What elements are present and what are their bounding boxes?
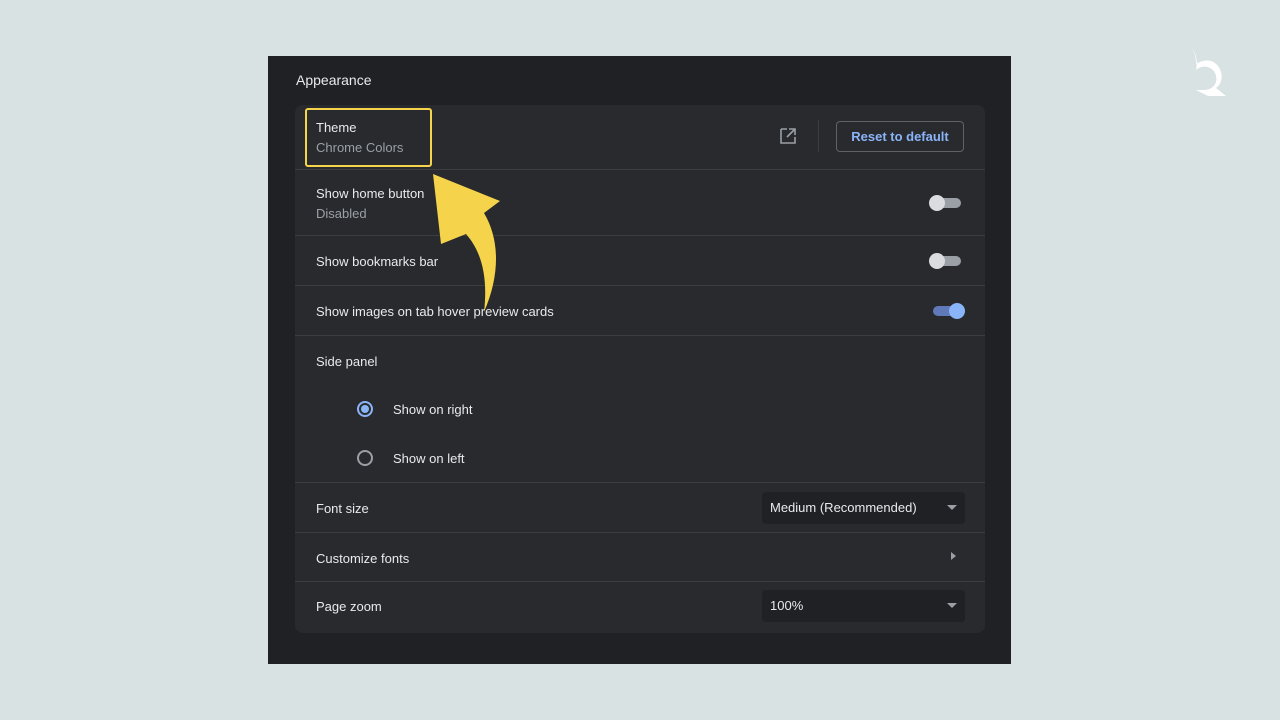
bookmarks-bar-toggle[interactable]	[929, 253, 965, 269]
side-panel-row: Side panel Show on right Show on left	[295, 336, 985, 483]
bookmarks-bar-row[interactable]: Show bookmarks bar	[295, 236, 985, 286]
home-button-toggle[interactable]	[929, 195, 965, 211]
font-size-select[interactable]: Medium (Recommended)	[762, 492, 965, 524]
customize-fonts-row[interactable]: Customize fonts	[295, 533, 985, 582]
brand-logo-icon	[1190, 46, 1226, 96]
tab-hover-images-row[interactable]: Show images on tab hover preview cards	[295, 286, 985, 336]
theme-row[interactable]: Theme Chrome Colors Reset to default	[295, 105, 985, 170]
divider	[818, 120, 819, 152]
font-size-value: Medium (Recommended)	[770, 500, 917, 515]
bookmarks-bar-label: Show bookmarks bar	[316, 254, 439, 269]
page-zoom-row: Page zoom 100%	[295, 582, 985, 633]
theme-value: Chrome Colors	[316, 140, 404, 155]
side-panel-label: Side panel	[316, 354, 378, 369]
radio-label-show-on-left[interactable]: Show on left	[393, 451, 465, 466]
dropdown-caret-icon	[947, 505, 957, 510]
toggle-knob	[929, 253, 945, 269]
section-title: Appearance	[296, 72, 372, 88]
toggle-knob	[929, 195, 945, 211]
home-button-status: Disabled	[316, 206, 367, 221]
dropdown-caret-icon	[947, 603, 957, 608]
tab-hover-images-toggle[interactable]	[929, 303, 965, 319]
chevron-right-icon	[951, 552, 956, 560]
theme-highlight-box	[305, 108, 432, 167]
radio-show-on-left[interactable]	[357, 450, 373, 466]
radio-label-show-on-right[interactable]: Show on right	[393, 402, 473, 417]
appearance-card: Theme Chrome Colors Reset to default Sho…	[295, 105, 985, 633]
font-size-label: Font size	[316, 501, 369, 516]
tab-hover-images-label: Show images on tab hover preview cards	[316, 304, 554, 319]
customize-fonts-label: Customize fonts	[316, 551, 410, 566]
theme-label: Theme	[316, 120, 357, 135]
home-button-label: Show home button	[316, 186, 425, 201]
page-zoom-label: Page zoom	[316, 599, 382, 614]
page-zoom-select[interactable]: 100%	[762, 590, 965, 622]
page-zoom-value: 100%	[770, 598, 804, 613]
settings-window: Appearance Theme Chrome Colors Reset to …	[268, 56, 1011, 664]
open-in-new-icon[interactable]	[779, 127, 797, 145]
font-size-row: Font size Medium (Recommended)	[295, 483, 985, 533]
toggle-knob	[949, 303, 965, 319]
reset-to-default-button[interactable]: Reset to default	[836, 121, 964, 152]
radio-show-on-right[interactable]	[357, 401, 373, 417]
home-button-row[interactable]: Show home button Disabled	[295, 170, 985, 236]
